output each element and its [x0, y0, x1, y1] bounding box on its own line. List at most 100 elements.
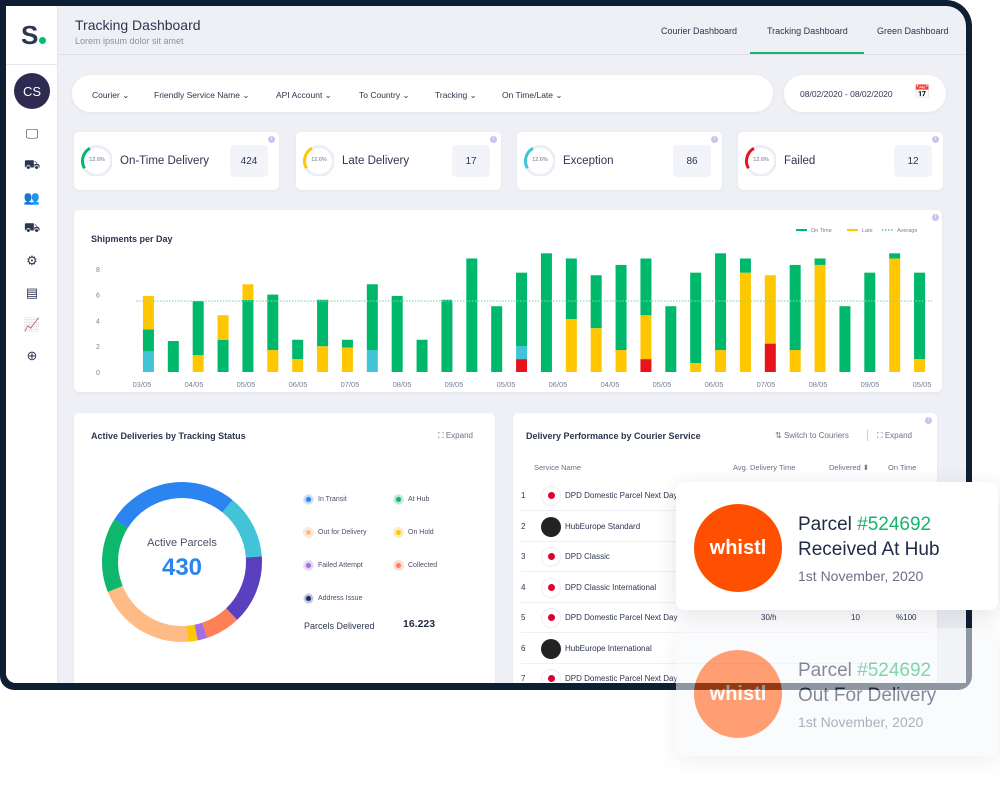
bar[interactable]: [292, 339, 304, 372]
switch-to-couriers-button[interactable]: ⇅ Switch to Couriers: [775, 431, 849, 440]
column-service-name[interactable]: Service Name: [534, 463, 581, 472]
bar[interactable]: [217, 315, 229, 372]
logo[interactable]: S: [21, 20, 47, 51]
filter-dropdown[interactable]: On Time/Late ⌄: [502, 90, 563, 101]
bar[interactable]: [391, 295, 403, 372]
filter-dropdown[interactable]: To Country ⌄: [359, 90, 410, 101]
logo-text: S: [21, 20, 39, 50]
legend-item[interactable]: Failed Attempt: [304, 561, 363, 570]
book-icon[interactable]: ▤: [22, 283, 42, 303]
legend-item[interactable]: At Hub: [394, 495, 429, 504]
bar[interactable]: [491, 306, 503, 372]
parcel-notification[interactable]: whistl Parcel #524692 Out For Delivery 1st …: [676, 628, 998, 756]
bar[interactable]: [864, 272, 876, 372]
legend-item[interactable]: Collected: [394, 561, 437, 570]
bar[interactable]: [267, 294, 279, 372]
tab-tracking-dashboard[interactable]: Tracking Dashboard: [767, 26, 848, 36]
info-icon[interactable]: i: [932, 214, 939, 221]
monitor-icon[interactable]: 🖵: [22, 124, 42, 144]
y-tick-label: 0: [96, 370, 100, 377]
bar[interactable]: [690, 272, 702, 372]
bar[interactable]: [192, 301, 204, 372]
service-name: DPD Domestic Parcel Next Day: [565, 613, 678, 622]
avatar[interactable]: CS: [14, 73, 50, 109]
kpi-card[interactable]: i 12.6% Late Delivery 17: [296, 132, 501, 190]
fast-truck-icon[interactable]: ⛟: [22, 219, 42, 239]
filter-dropdown[interactable]: Courier ⌄: [92, 90, 129, 101]
bar[interactable]: [914, 272, 926, 372]
kpi-card[interactable]: i 12.6% Failed 12: [738, 132, 943, 190]
bar[interactable]: [789, 264, 801, 372]
bar-segment-late: [192, 355, 204, 372]
donut-segment[interactable]: [107, 585, 188, 642]
kpi-card[interactable]: i 12.6% On-Time Delivery 424: [74, 132, 279, 190]
bar[interactable]: [142, 295, 154, 372]
card-title: Delivery Performance by Courier Service: [526, 431, 701, 441]
bar[interactable]: [441, 299, 453, 372]
bar-segment-ontime: [142, 329, 154, 352]
bar[interactable]: [317, 299, 329, 372]
row-number: 2: [521, 521, 526, 531]
users-settings-icon[interactable]: ⚙: [22, 251, 42, 271]
bar[interactable]: [590, 275, 602, 372]
calendar-icon[interactable]: 📅: [914, 84, 930, 100]
filter-dropdown[interactable]: Friendly Service Name ⌄: [154, 90, 249, 101]
dpd-logo: [541, 547, 561, 567]
donut-segment[interactable]: [114, 482, 233, 529]
legend-item[interactable]: Late: [847, 228, 873, 234]
legend-item[interactable]: Average: [882, 228, 917, 234]
expand-button[interactable]: ⛶ Expand: [877, 431, 912, 441]
bar[interactable]: [516, 272, 528, 372]
bar[interactable]: [764, 275, 776, 372]
bar[interactable]: [640, 258, 652, 372]
bar[interactable]: [715, 253, 727, 372]
globe-icon[interactable]: ⊕: [22, 346, 42, 366]
bar[interactable]: [341, 339, 353, 372]
column-delivered[interactable]: Delivered ⬍: [829, 463, 869, 472]
column-on-time[interactable]: On Time: [888, 463, 916, 472]
avg-delivery-time: 30/h: [761, 613, 777, 622]
y-tick-label: 8: [96, 267, 100, 274]
bar[interactable]: [466, 258, 478, 372]
date-range-picker[interactable]: 08/02/2020 - 08/02/2020 📅: [784, 75, 946, 112]
parcel-notification[interactable]: whistl Parcel #524692 Received At Hub 1st N…: [676, 482, 998, 610]
legend-item[interactable]: On Hold: [394, 528, 434, 537]
info-icon[interactable]: i: [268, 136, 275, 143]
kpi-value: 424: [230, 145, 268, 177]
bar[interactable]: [540, 253, 552, 372]
info-icon[interactable]: i: [932, 136, 939, 143]
bar-segment-ontime: [267, 294, 279, 351]
users-icon[interactable]: 👥: [22, 188, 42, 208]
parcel-prefix: Parcel: [798, 514, 858, 535]
bar[interactable]: [739, 258, 751, 372]
bar[interactable]: [242, 284, 254, 372]
filter-dropdown[interactable]: Tracking ⌄: [435, 90, 477, 101]
info-icon[interactable]: i: [925, 417, 932, 424]
column-label: Delivered: [829, 463, 861, 472]
legend-item[interactable]: On Time: [796, 228, 832, 234]
bar[interactable]: [416, 339, 428, 372]
bar[interactable]: [814, 258, 826, 372]
tab-green-dashboard[interactable]: Green Dashboard: [877, 26, 949, 36]
bar[interactable]: [615, 264, 627, 372]
bar[interactable]: [665, 306, 677, 372]
legend-item[interactable]: Out for Delivery: [304, 528, 367, 537]
column-avg-delivery-time[interactable]: Avg. Delivery Time: [733, 463, 795, 472]
chart-icon[interactable]: 📈: [22, 315, 42, 335]
legend-item[interactable]: Address Issue: [304, 594, 362, 603]
bar[interactable]: [167, 341, 179, 372]
bar[interactable]: [889, 253, 901, 372]
tab-courier-dashboard[interactable]: Courier Dashboard: [661, 26, 737, 36]
legend-item[interactable]: In Transit: [304, 495, 347, 504]
bar[interactable]: [839, 306, 851, 372]
info-icon[interactable]: i: [490, 136, 497, 143]
donut-segment[interactable]: [102, 519, 128, 592]
expand-button[interactable]: ⛶ Expand: [438, 431, 473, 441]
info-icon[interactable]: i: [711, 136, 718, 143]
whistl-logo: whistl: [694, 504, 782, 592]
truck-icon[interactable]: ⛟: [22, 156, 42, 176]
filter-dropdown[interactable]: API Account ⌄: [276, 90, 332, 101]
kpi-card[interactable]: i 12.6% Exception 86: [517, 132, 722, 190]
bar[interactable]: [565, 258, 577, 372]
bar[interactable]: [366, 284, 378, 372]
